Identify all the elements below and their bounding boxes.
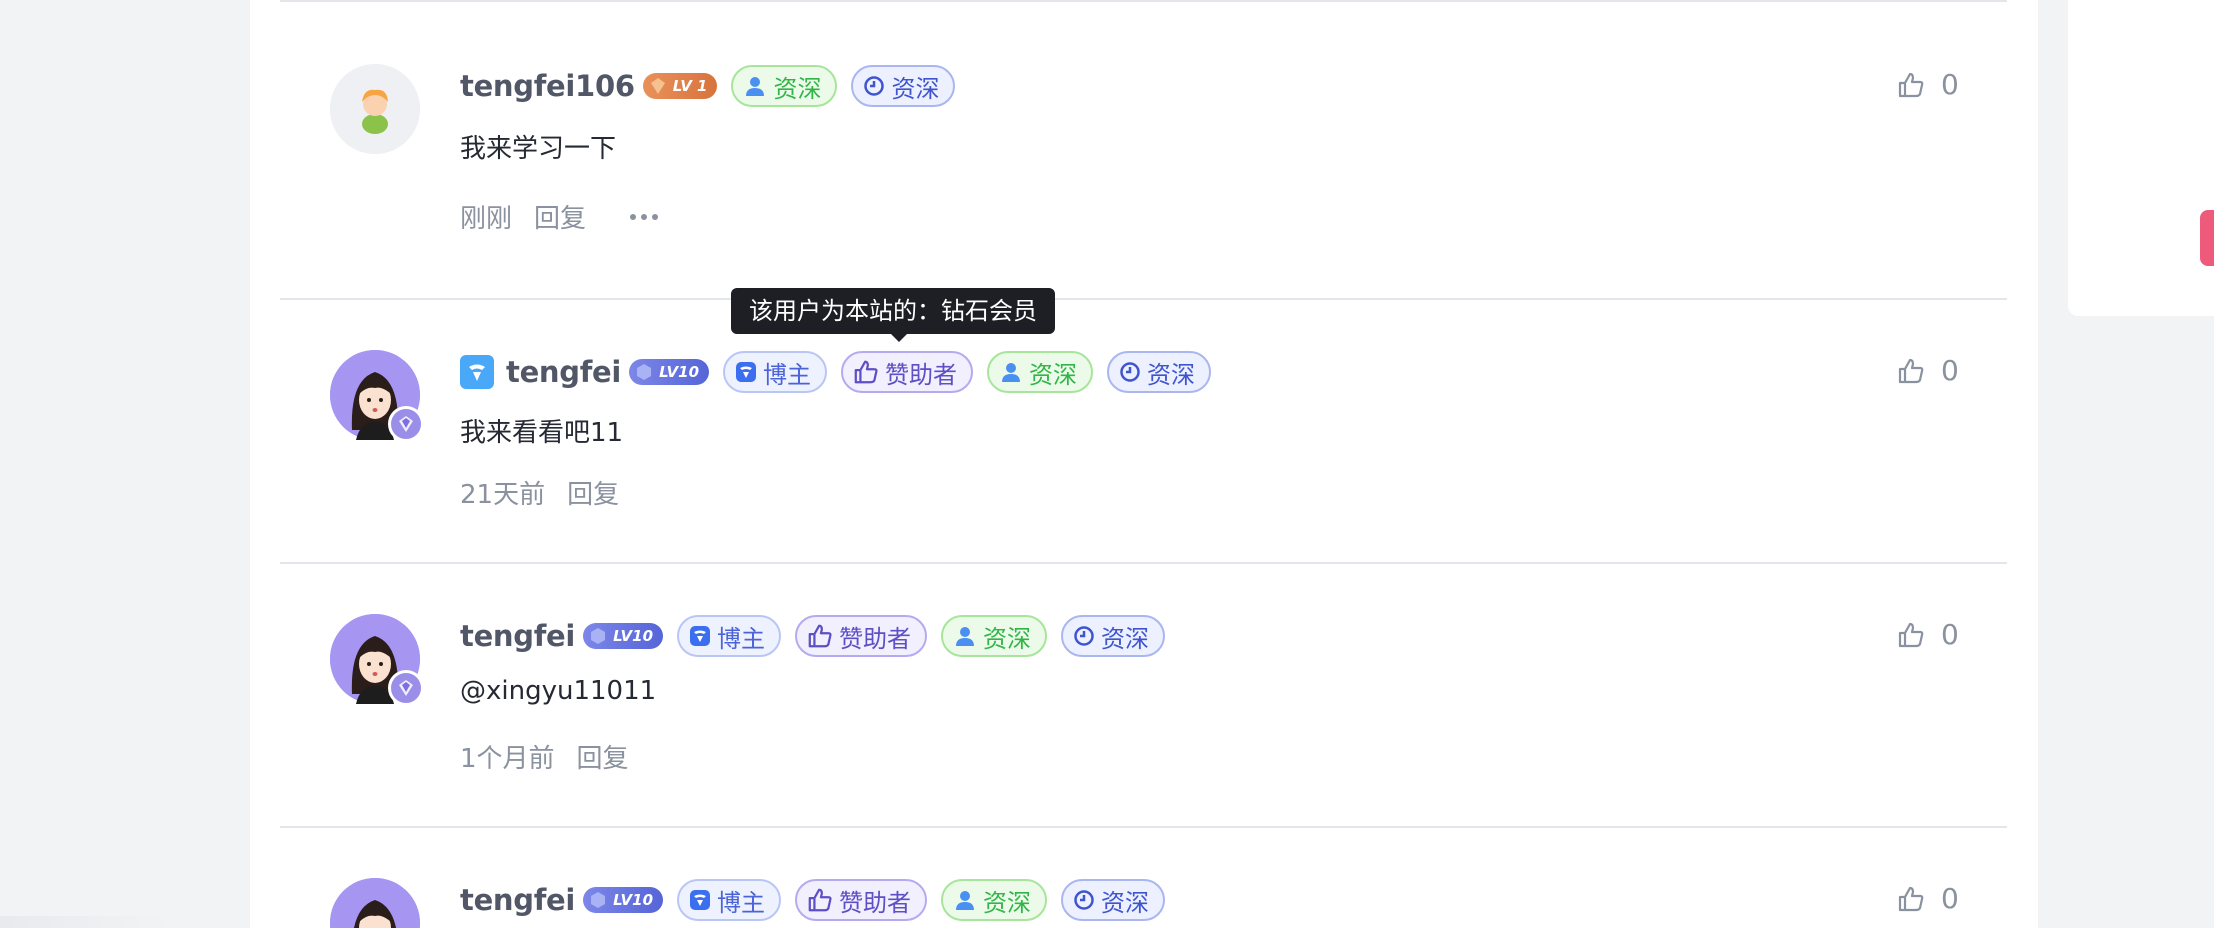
sponsor-tag[interactable]: 赞助者 bbox=[795, 615, 928, 657]
clock-icon bbox=[1120, 362, 1140, 382]
user-icon bbox=[956, 891, 975, 910]
comment-item: tengfei106 LV 1 资深 资深 我来学习一下 刚刚 回复 0 bbox=[280, 2, 2007, 300]
comment-header: tengfei106 LV 1 资深 资深 bbox=[460, 64, 969, 108]
sponsor-tag[interactable]: 赞助者 bbox=[841, 351, 974, 393]
senior-tag[interactable]: 资深 bbox=[1061, 879, 1166, 921]
avatar[interactable] bbox=[330, 350, 424, 442]
username[interactable]: tengfei bbox=[460, 619, 575, 653]
blogger-logo-icon bbox=[690, 890, 711, 910]
comment-meta: 1个月前 回复 bbox=[460, 738, 651, 775]
like-button[interactable]: 0 bbox=[1897, 354, 1959, 387]
thumbs-up-icon bbox=[1898, 358, 1924, 383]
right-sidebar-panel bbox=[2068, 0, 2214, 316]
user-icon bbox=[956, 627, 975, 646]
like-button[interactable]: 0 bbox=[1897, 882, 1959, 915]
sponsor-tag[interactable]: 赞助者 bbox=[795, 879, 928, 921]
comment-time: 刚刚 bbox=[460, 204, 513, 234]
comment-time: 21天前 bbox=[460, 480, 546, 510]
level-badge: LV10 bbox=[629, 359, 710, 385]
user-avatar-icon bbox=[330, 878, 420, 928]
like-count: 0 bbox=[1941, 882, 1959, 915]
comment-header: tengfei LV10 博主 赞助者 资深 资深 bbox=[460, 878, 1179, 922]
comment-time: 1个月前 bbox=[460, 744, 555, 774]
blogger-logo-icon bbox=[690, 626, 711, 646]
membership-tooltip: 该用户为本站的：钻石会员 bbox=[731, 288, 1055, 342]
like-count: 0 bbox=[1941, 618, 1959, 651]
like-button[interactable]: 0 bbox=[1897, 618, 1959, 651]
username[interactable]: tengfei bbox=[506, 355, 621, 389]
senior-tag[interactable]: 资深 bbox=[987, 351, 1094, 393]
comment-content: 我来学习一下 bbox=[460, 134, 617, 164]
default-user-avatar-icon bbox=[330, 64, 420, 154]
senior-tag[interactable]: 资深 bbox=[731, 65, 838, 107]
senior-tag[interactable]: 资深 bbox=[1107, 351, 1212, 393]
level-gem-icon bbox=[591, 892, 606, 908]
thumbs-up-icon bbox=[808, 624, 832, 648]
clock-icon bbox=[1074, 626, 1094, 646]
senior-tag[interactable]: 资深 bbox=[941, 615, 1048, 657]
level-badge: LV10 bbox=[583, 887, 664, 913]
reply-button[interactable]: 回复 bbox=[534, 198, 586, 235]
user-icon bbox=[1002, 363, 1021, 382]
senior-tag[interactable]: 资深 bbox=[1061, 615, 1166, 657]
comment-content: @xingyu11011 bbox=[460, 676, 657, 706]
comment-item: tengfei LV10 博主 赞助者 资深 资深 0 bbox=[280, 828, 2007, 928]
like-count: 0 bbox=[1941, 68, 1959, 101]
comment-header: tengfei LV10 博主 赞助者 资深 资深 bbox=[460, 614, 1179, 658]
comment-header: tengfei LV10 博主 赞助者 资深 资深 bbox=[460, 350, 1225, 394]
level-gem-icon bbox=[637, 364, 652, 380]
avatar[interactable] bbox=[330, 614, 424, 706]
thumbs-up-icon bbox=[1898, 886, 1924, 911]
comment-item: tengfei LV10 博主 赞助者 资深 资深 @xingyu11011 1… bbox=[280, 564, 2007, 828]
thumbs-up-icon bbox=[1898, 72, 1924, 97]
site-logo-icon bbox=[460, 355, 494, 389]
level-gem-icon bbox=[591, 628, 606, 644]
page-edge-shadow bbox=[0, 916, 170, 928]
clock-icon bbox=[864, 76, 885, 96]
avatar[interactable] bbox=[330, 878, 420, 928]
diamond-icon bbox=[388, 670, 424, 706]
more-dots-icon[interactable] bbox=[630, 213, 663, 220]
level-gem-icon bbox=[650, 78, 665, 94]
blogger-tag[interactable]: 博主 bbox=[677, 615, 782, 657]
reply-button[interactable]: 回复 bbox=[567, 474, 619, 511]
sidebar-accent-tab[interactable] bbox=[2200, 210, 2214, 266]
reply-button[interactable]: 回复 bbox=[577, 738, 629, 775]
comment-meta: 21天前 回复 bbox=[460, 474, 641, 511]
thumbs-up-icon bbox=[808, 888, 832, 912]
username[interactable]: tengfei bbox=[460, 883, 575, 917]
senior-tag[interactable]: 资深 bbox=[851, 65, 956, 107]
comment-content: 我来看看吧11 bbox=[460, 418, 624, 448]
avatar[interactable] bbox=[330, 64, 420, 154]
blogger-logo-icon bbox=[736, 362, 757, 382]
username[interactable]: tengfei106 bbox=[460, 69, 635, 103]
senior-tag[interactable]: 资深 bbox=[941, 879, 1048, 921]
clock-icon bbox=[1074, 890, 1094, 910]
like-button[interactable]: 0 bbox=[1897, 68, 1959, 101]
level-badge: LV 1 bbox=[642, 73, 718, 99]
blogger-tag[interactable]: 博主 bbox=[677, 879, 782, 921]
user-icon bbox=[746, 77, 765, 96]
level-badge: LV10 bbox=[583, 623, 664, 649]
comment-meta: 刚刚 回复 bbox=[460, 198, 663, 235]
diamond-icon bbox=[388, 406, 424, 442]
blogger-tag[interactable]: 博主 bbox=[723, 351, 828, 393]
like-count: 0 bbox=[1941, 354, 1959, 387]
thumbs-up-icon bbox=[1898, 622, 1924, 647]
comment-item: tengfei LV10 博主 赞助者 资深 资深 我来看看吧11 21天前 回… bbox=[280, 300, 2007, 564]
thumbs-up-icon bbox=[854, 360, 878, 384]
